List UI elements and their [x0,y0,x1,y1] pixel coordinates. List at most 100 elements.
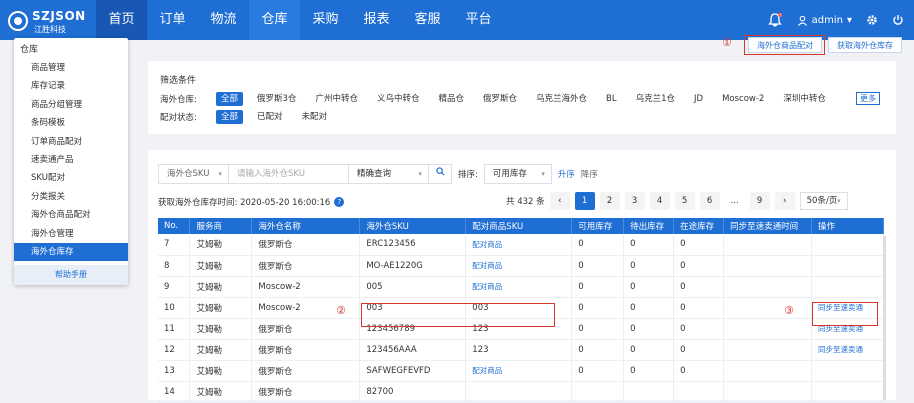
warehouse-chip[interactable]: BL [601,92,622,106]
next-page-button[interactable]: › [774,192,795,210]
status-chip[interactable]: 未配对 [297,110,333,124]
cell: 0 [623,234,675,256]
pagination: 共 432 条 ‹ 1 2 3 4 5 6 ... 9 › 50条/页 ▾ [506,192,848,210]
menu-item-customs[interactable]: 分类报关 [14,188,128,206]
warehouse-chip[interactable]: Moscow-2 [717,92,769,106]
search-button[interactable] [429,165,451,183]
page-button[interactable]: 1 [574,192,595,210]
cell: 14 [158,381,191,403]
cell: 0 [623,360,675,382]
warehouse-chip[interactable]: 俄罗斯仓 [478,92,522,106]
cell: 艾姆勒 [189,339,253,361]
col-paired-sku[interactable]: 配对商品SKU [465,218,573,234]
nav-purchase[interactable]: 采购 [300,0,351,40]
cell: 13 [158,360,191,382]
search-field-select[interactable]: 海外仓SKU ▾ [159,165,229,183]
cell: 俄罗斯仓 [251,339,361,361]
pair-product-link[interactable]: 配对商品 [465,234,573,256]
page-button[interactable]: 9 [749,192,770,210]
col-warehouse-sku[interactable]: 海外仓SKU [359,218,467,234]
col-provider[interactable]: 服务商 [189,218,253,234]
menu-item-warehouse-manage[interactable]: 海外仓管理 [14,225,128,243]
cell [723,297,812,319]
table-scrollbar[interactable] [883,236,886,400]
bell-icon[interactable] [767,12,783,28]
cell [723,381,812,403]
pair-product-link[interactable]: 配对商品 [465,276,573,298]
search-mode-select[interactable]: 精确查询 ▾ [349,165,429,183]
menu-item-stock-records[interactable]: 库存记录 [14,77,128,95]
cell: 0 [623,297,675,319]
warehouse-chip[interactable]: 乌克兰海外仓 [531,92,592,106]
annotation-1: ① [722,36,732,49]
page-button[interactable]: 5 [674,192,695,210]
sync-aliexpress-link[interactable]: 同步至速卖通 [811,339,885,361]
warehouse-chip[interactable]: 乌克兰1仓 [631,92,680,106]
help-manual-link[interactable]: 帮助手册 [14,265,128,285]
menu-item-warehouse-stock[interactable]: 海外仓库存 [14,242,128,262]
page-button[interactable]: 4 [649,192,670,210]
cell: 0 [571,318,625,340]
more-filters-button[interactable]: 更多 [856,92,880,105]
warehouse-chip[interactable]: 俄罗斯3仓 [252,92,301,106]
sort-asc-link[interactable]: 升序 [558,168,575,180]
menu-item-sku-pair[interactable]: SKU配对 [14,169,128,187]
menu-item-warehouse-product-pair[interactable]: 海外仓商品配对 [14,206,128,224]
warehouse-chip[interactable]: 深圳中转仓 [778,92,831,106]
warehouse-chip[interactable]: 广州中转仓 [310,92,363,106]
status-chip[interactable]: 全部 [216,110,244,124]
prev-page-button[interactable]: ‹ [549,192,570,210]
col-transit[interactable]: 在途库存 [673,218,725,234]
help-icon[interactable]: ? [334,197,345,207]
col-actions[interactable]: 操作 [811,218,885,234]
page-size-select[interactable]: 50条/页 ▾ [799,192,848,210]
nav-platform[interactable]: 平台 [453,0,504,40]
sort-desc-link[interactable]: 降序 [581,168,598,180]
menu-item-aliexpress-products[interactable]: 速卖通产品 [14,151,128,169]
cell: 0 [623,318,675,340]
gear-icon[interactable] [866,14,878,26]
cell: 0 [571,297,625,319]
get-warehouse-stock-button[interactable]: 获取海外仓库存 [828,37,902,53]
page-ellipsis[interactable]: ... [725,192,745,210]
nav-logistics[interactable]: 物流 [198,0,249,40]
col-pending[interactable]: 待出库存 [623,218,675,234]
page-button[interactable]: 3 [624,192,645,210]
page-button[interactable]: 6 [699,192,720,210]
sort-field-select[interactable]: 可用库存 ▾ [483,164,552,184]
warehouse-chip[interactable]: 义乌中转仓 [372,92,425,106]
menu-item-order-product-pair[interactable]: 订单商品配对 [14,133,128,151]
filter-panel: 筛选条件 海外仓库: 全部 俄罗斯3仓 广州中转仓 义乌中转仓 精品仓 俄罗斯仓… [148,61,896,134]
logo[interactable]: SZJSON 江胜科技 [8,5,98,35]
logo-icon [8,11,28,31]
nav-warehouse[interactable]: 仓库 [249,0,300,40]
top-bar: SZJSON 江胜科技 首页 订单 物流 仓库 采购 报表 客服 平台 admi… [0,0,914,40]
menu-item-product-groups[interactable]: 商品分组管理 [14,96,128,114]
col-available[interactable]: 可用库存 [571,218,625,234]
cell [811,276,885,298]
search-input[interactable]: 请输入海外仓SKU [229,165,349,183]
cell [811,255,885,277]
nav-home[interactable]: 首页 [96,0,147,40]
page-button[interactable]: 2 [599,192,620,210]
nav-reports[interactable]: 报表 [351,0,402,40]
nav-orders[interactable]: 订单 [147,0,198,40]
menu-item-barcode-template[interactable]: 条码模板 [14,114,128,132]
col-sync-time[interactable]: 同步至速卖通时间 [723,218,812,234]
warehouse-chip[interactable]: 精品仓 [433,92,469,106]
status-chip[interactable]: 已配对 [252,110,288,124]
table-row: 9 艾姆勒 Moscow-2 005 配对商品 0 0 0 [158,276,885,298]
warehouse-chip[interactable]: JD [689,92,708,106]
col-warehouse-name[interactable]: 海外仓名称 [251,218,361,234]
pair-product-link[interactable]: 配对商品 [465,255,573,277]
pair-product-link[interactable]: 配对商品 [465,360,573,382]
col-no[interactable]: No. [158,218,191,234]
cell: 艾姆勒 [189,255,253,277]
user-menu[interactable]: admin ▾ [797,15,852,26]
warehouse-chip[interactable]: 全部 [216,92,244,106]
nav-service[interactable]: 客服 [402,0,453,40]
power-icon[interactable] [892,14,904,26]
table-row: 12 艾姆勒 俄罗斯仓 123456AAA 123 0 0 0 同步至速卖通 [158,339,885,361]
menu-item-product-manage[interactable]: 商品管理 [14,59,128,77]
cell: MO-AE1220G [359,255,467,277]
